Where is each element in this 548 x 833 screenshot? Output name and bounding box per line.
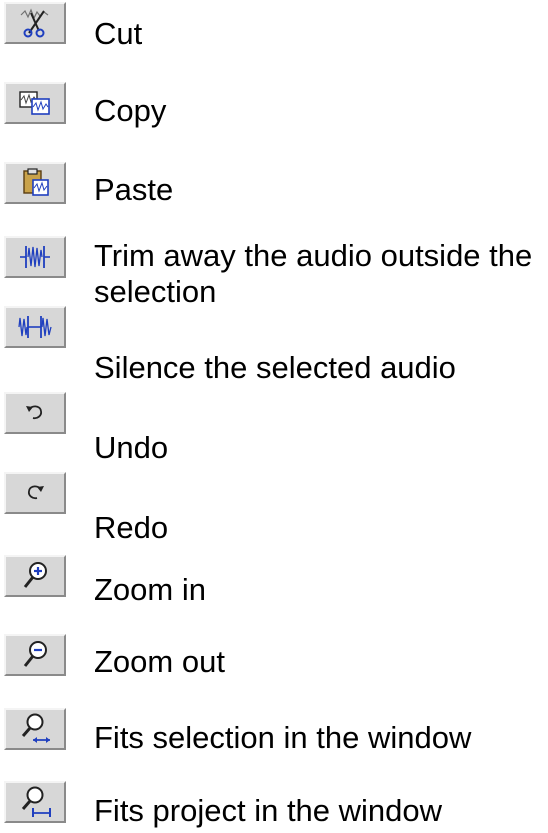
- zoom-out-icon: [23, 641, 47, 667]
- legend-label-redo: Redo: [94, 510, 169, 545]
- undo-button[interactable]: [4, 392, 66, 434]
- legend-label-paste: Paste: [94, 172, 174, 207]
- fit-project-button[interactable]: [4, 781, 66, 823]
- zoom-out-button[interactable]: [4, 634, 66, 676]
- copy-button[interactable]: [4, 82, 66, 124]
- legend-label-cut: Cut: [94, 16, 143, 51]
- fit-project-icon: [21, 786, 51, 817]
- fit-selection-icon: [21, 713, 50, 743]
- legend-label-copy: Copy: [94, 93, 167, 128]
- legend-label-trim: Trim away the audio outside the selectio…: [94, 238, 533, 309]
- scissors-icon: [20, 8, 49, 38]
- legend-label-zoom-in: Zoom in: [94, 572, 206, 607]
- silence-button[interactable]: [4, 306, 66, 348]
- copy-icon: [19, 91, 50, 115]
- silence-icon: [18, 316, 52, 338]
- legend-label-fit-selection: Fits selection in the window: [94, 720, 472, 755]
- zoom-in-button[interactable]: [4, 555, 66, 597]
- legend-label-fit-project: Fits project in the window: [94, 793, 443, 828]
- paste-button[interactable]: [4, 162, 66, 204]
- legend-label-zoom-out: Zoom out: [94, 644, 225, 679]
- zoom-in-icon: [23, 562, 47, 588]
- redo-button[interactable]: [4, 472, 66, 514]
- fit-selection-button[interactable]: [4, 708, 66, 750]
- trim-button[interactable]: [4, 236, 66, 278]
- legend-label-undo: Undo: [94, 430, 169, 465]
- redo-icon: [27, 485, 44, 500]
- trim-icon: [20, 246, 50, 268]
- paste-icon: [23, 168, 49, 196]
- cut-button[interactable]: [4, 2, 66, 44]
- undo-icon: [26, 405, 43, 420]
- legend-label-silence: Silence the selected audio: [94, 350, 456, 385]
